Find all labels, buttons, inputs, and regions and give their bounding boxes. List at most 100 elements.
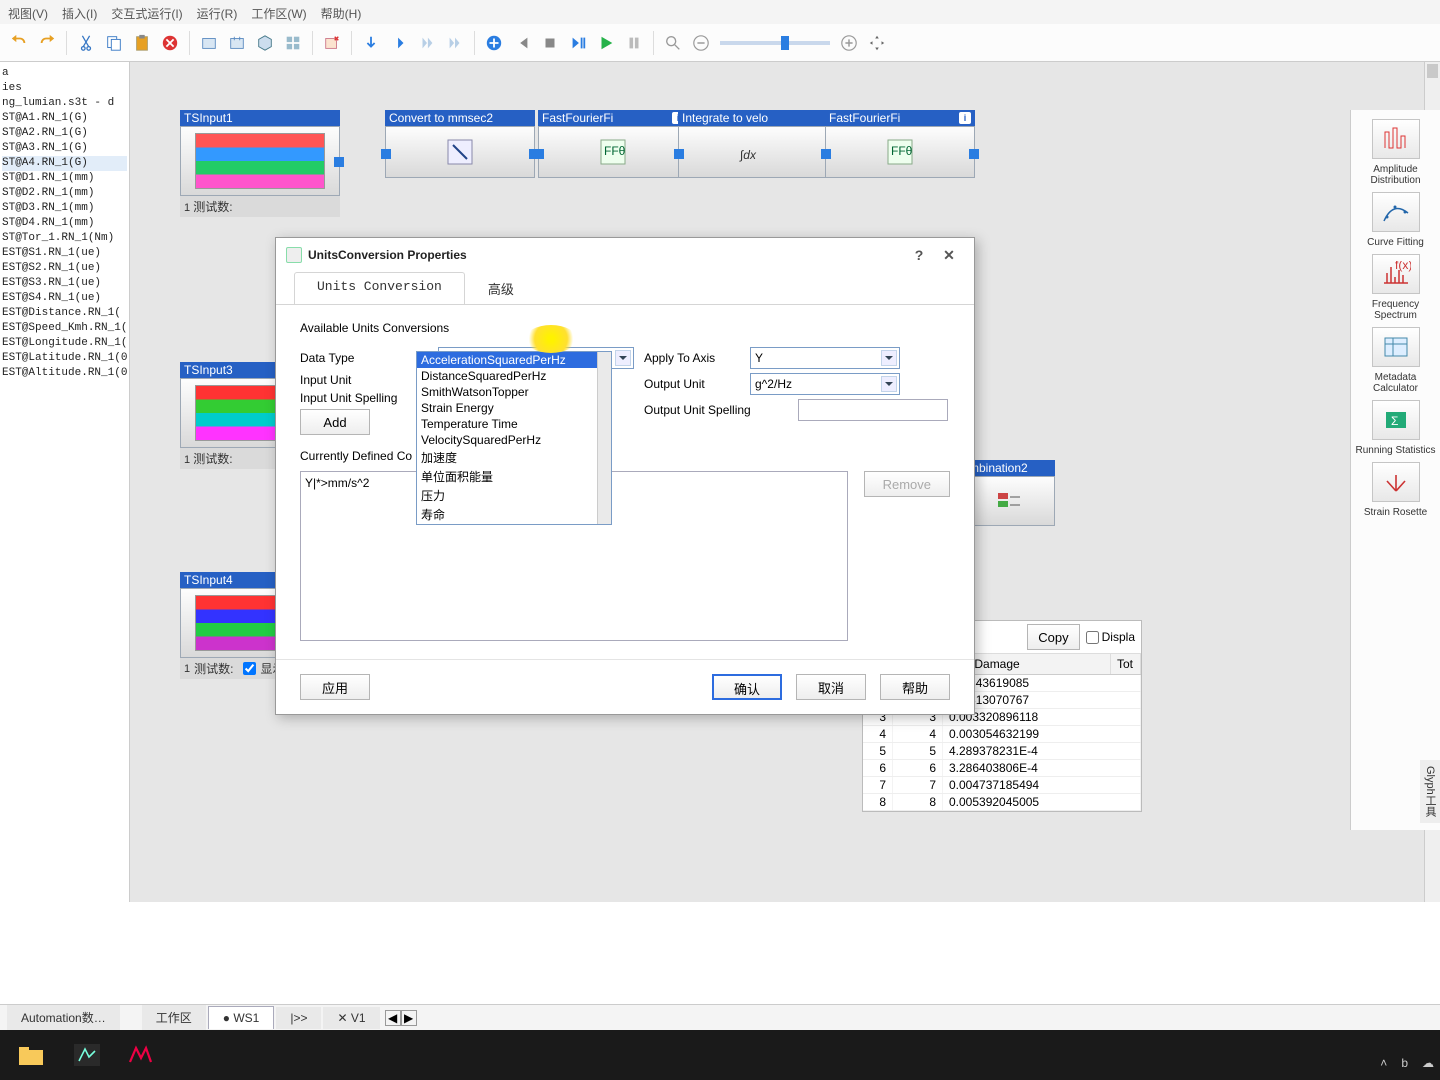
- tab-advanced[interactable]: 高级: [465, 272, 537, 304]
- channel-tree[interactable]: a ies ng_lumian.s3t - d ST@A1.RN_1(G) ST…: [0, 62, 130, 902]
- tree-item[interactable]: ST@A2.RN_1(G): [2, 126, 127, 141]
- tree-item[interactable]: a: [2, 66, 127, 81]
- zoom-slider[interactable]: [720, 41, 830, 45]
- play-pause-icon[interactable]: [565, 30, 591, 56]
- zoom-icon[interactable]: [660, 30, 686, 56]
- play-icon[interactable]: [593, 30, 619, 56]
- step-icon[interactable]: [386, 30, 412, 56]
- output-spelling-input[interactable]: [798, 399, 948, 421]
- tree-item[interactable]: EST@Altitude.RN_1(0: [2, 366, 127, 381]
- cut-icon[interactable]: [73, 30, 99, 56]
- menu-interactive-run[interactable]: 交互式运行(I): [111, 5, 182, 19]
- node-combination2[interactable]: mbination2: [965, 460, 1055, 526]
- tab-units-conversion[interactable]: Units Conversion: [294, 272, 465, 304]
- zoom-out-icon[interactable]: [688, 30, 714, 56]
- box1-icon[interactable]: [196, 30, 222, 56]
- menu-view[interactable]: 视图(V): [8, 5, 48, 19]
- dropdown-option[interactable]: VelocitySquaredPerHz: [417, 432, 611, 448]
- dropdown-option[interactable]: Temperature Time: [417, 416, 611, 432]
- cancel-button[interactable]: 取消: [796, 674, 866, 700]
- chevron-down-icon[interactable]: [615, 350, 631, 366]
- tree-item[interactable]: ST@D2.RN_1(mm): [2, 186, 127, 201]
- zoom-in-icon[interactable]: [836, 30, 862, 56]
- show-checkbox[interactable]: [243, 662, 256, 675]
- dropdown-option[interactable]: DistanceSquaredPerHz: [417, 368, 611, 384]
- dropdown-option[interactable]: AccelerationSquaredPerHz: [417, 352, 611, 368]
- tab-v1[interactable]: ✕ V1: [323, 1007, 379, 1029]
- node-tsinput1[interactable]: TSInput1 1 测试数:: [180, 110, 340, 217]
- apply-button[interactable]: 应用: [300, 674, 370, 700]
- menu-run[interactable]: 运行(R): [197, 5, 238, 19]
- fast-fwd-icon[interactable]: [442, 30, 468, 56]
- skip-back-icon[interactable]: [509, 30, 535, 56]
- tool-curvefit[interactable]: [1372, 192, 1420, 232]
- taskbar-wps[interactable]: [118, 1035, 168, 1075]
- add-circle-icon[interactable]: [481, 30, 507, 56]
- dropdown-option[interactable]: SmithWatsonTopper: [417, 384, 611, 400]
- tab-nav-left[interactable]: ◀: [385, 1010, 401, 1026]
- help-icon[interactable]: ?: [904, 247, 934, 263]
- tree-item[interactable]: ST@D4.RN_1(mm): [2, 216, 127, 231]
- tree-item[interactable]: EST@Distance.RN_1(: [2, 306, 127, 321]
- menu-insert[interactable]: 插入(I): [62, 5, 97, 19]
- tree-item[interactable]: ST@Tor_1.RN_1(Nm): [2, 231, 127, 246]
- tool-metadata[interactable]: [1372, 327, 1420, 367]
- dropdown-scrollbar[interactable]: [597, 352, 611, 524]
- node-integrate[interactable]: Integrate to velo ∫dx: [678, 110, 828, 178]
- menu-workspace[interactable]: 工作区(W): [251, 5, 306, 19]
- tree-item[interactable]: ies: [2, 81, 127, 96]
- tab-arrows[interactable]: |>>: [276, 1007, 321, 1029]
- stop-icon[interactable]: [537, 30, 563, 56]
- remove-button[interactable]: Remove: [864, 471, 950, 497]
- info-icon[interactable]: i: [959, 112, 971, 124]
- add-button[interactable]: Add: [300, 409, 370, 435]
- tray-bing-icon[interactable]: b: [1401, 1056, 1408, 1070]
- delete-icon[interactable]: [157, 30, 183, 56]
- help-button[interactable]: 帮助: [880, 674, 950, 700]
- tab-nav-right[interactable]: ▶: [401, 1010, 417, 1026]
- dropdown-option[interactable]: Strain Energy: [417, 400, 611, 416]
- glyph-side-tab[interactable]: Glyph工具: [1420, 760, 1440, 823]
- data-type-dropdown[interactable]: AccelerationSquaredPerHz DistanceSquared…: [416, 351, 612, 525]
- dropdown-option[interactable]: 寿命: [417, 505, 611, 524]
- step2-icon[interactable]: [414, 30, 440, 56]
- tray-cloud-icon[interactable]: ☁: [1422, 1056, 1434, 1070]
- tree-item[interactable]: ng_lumian.s3t - d: [2, 96, 127, 111]
- tab-ws1[interactable]: ● WS1: [208, 1006, 275, 1029]
- tree-item[interactable]: ST@D1.RN_1(mm): [2, 171, 127, 186]
- paste-icon[interactable]: [129, 30, 155, 56]
- menu-help[interactable]: 帮助(H): [321, 5, 362, 19]
- arrow-down-icon[interactable]: [358, 30, 384, 56]
- tool-runstats[interactable]: Σ: [1372, 400, 1420, 440]
- ok-button[interactable]: 确认: [712, 674, 782, 700]
- tree-item[interactable]: EST@S1.RN_1(ue): [2, 246, 127, 261]
- tab-workspace[interactable]: 工作区: [142, 1005, 206, 1030]
- tree-item-selected[interactable]: ST@A4.RN_1(G): [2, 156, 127, 171]
- tree-item[interactable]: EST@S3.RN_1(ue): [2, 276, 127, 291]
- node-fft2[interactable]: FastFourierFii FFθ: [825, 110, 975, 178]
- output-unit-combo[interactable]: g^2/Hz: [750, 373, 900, 395]
- tool-strainrosette[interactable]: [1372, 462, 1420, 502]
- node-convert[interactable]: Convert to mmsec2: [385, 110, 535, 178]
- tray-up-icon[interactable]: ˄: [1380, 1056, 1387, 1070]
- tree-item[interactable]: EST@S4.RN_1(ue): [2, 291, 127, 306]
- tab-automation[interactable]: Automation数…: [7, 1005, 120, 1030]
- tree-item[interactable]: ST@A3.RN_1(G): [2, 141, 127, 156]
- dropdown-option[interactable]: 单位面积能量: [417, 467, 611, 486]
- tool-amplitude[interactable]: [1372, 119, 1420, 159]
- tool-freqspec[interactable]: f(x): [1372, 254, 1420, 294]
- tree-item[interactable]: ST@A1.RN_1(G): [2, 111, 127, 126]
- copy-icon[interactable]: [101, 30, 127, 56]
- grid-icon[interactable]: [280, 30, 306, 56]
- taskbar-ncode[interactable]: [62, 1035, 112, 1075]
- dropdown-option[interactable]: 加速度: [417, 448, 611, 467]
- chevron-down-icon[interactable]: [881, 376, 897, 392]
- move-icon[interactable]: [864, 30, 890, 56]
- tree-item[interactable]: EST@Speed_Kmh.RN_1(: [2, 321, 127, 336]
- tree-item[interactable]: EST@Latitude.RN_1(0: [2, 351, 127, 366]
- cube-icon[interactable]: [252, 30, 278, 56]
- tree-item[interactable]: EST@Longitude.RN_1(: [2, 336, 127, 351]
- undo-icon[interactable]: [6, 30, 32, 56]
- close-icon[interactable]: ✕: [934, 247, 964, 264]
- pause-icon[interactable]: [621, 30, 647, 56]
